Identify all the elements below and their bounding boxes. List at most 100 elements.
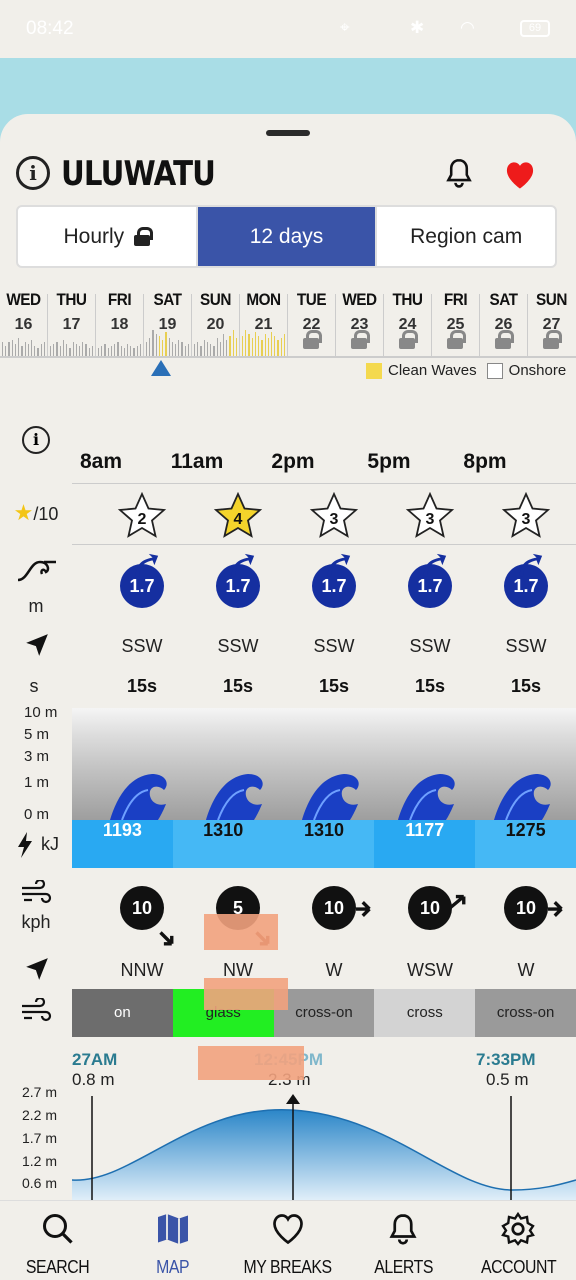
- day-separator: [95, 294, 96, 358]
- star-icon: 4: [213, 491, 263, 538]
- forecast-bar: [59, 346, 61, 356]
- forecast-bar: [69, 348, 71, 356]
- forecast-bar: [117, 342, 119, 356]
- day-separator: [335, 294, 336, 358]
- forecast-bar: [270, 332, 273, 356]
- time-column-label: 5pm: [367, 450, 411, 473]
- wind-speed-badge: 10: [312, 886, 356, 930]
- day-thu-24[interactable]: THU 24: [384, 290, 431, 356]
- day-forecast-bars: [2, 330, 46, 356]
- lock-icon: [447, 330, 466, 350]
- forecast-bar: [181, 342, 183, 356]
- day-name: WED: [342, 290, 377, 309]
- forecast-bar: [168, 338, 170, 356]
- day-sun-20[interactable]: SUN 20: [192, 290, 239, 356]
- nav-search[interactable]: SEARCH: [0, 1201, 115, 1280]
- search-icon: [42, 1214, 73, 1244]
- legend-onshore-label: Onshore: [508, 362, 567, 379]
- day-legend: Clean Waves Onshore: [366, 362, 566, 379]
- forecast-bar: [98, 348, 100, 356]
- rating-star: 2: [94, 491, 190, 538]
- redaction-block: [204, 914, 278, 950]
- day-tue-22[interactable]: TUE 22: [288, 290, 335, 356]
- height-scale-label: 1 m: [24, 774, 50, 791]
- tab-hourly[interactable]: Hourly: [18, 207, 198, 266]
- swell-direction: SSW: [217, 636, 259, 656]
- day-forecast-bars: [98, 330, 142, 356]
- forecast-bar: [43, 342, 46, 356]
- forecast-bar: [21, 346, 23, 356]
- lock-icon: [134, 227, 154, 246]
- forecast-bar: [213, 346, 215, 356]
- day-forecast-bars: [194, 330, 238, 356]
- wind-direction: W: [325, 960, 343, 980]
- day-sun-27[interactable]: SUN 27: [528, 290, 575, 356]
- wind-direction-icon: [26, 958, 48, 980]
- day-fri-18[interactable]: FRI 18: [96, 290, 143, 356]
- energy-cell: 1310: [273, 820, 375, 868]
- rating-value: 3: [522, 511, 531, 528]
- day-mon-21[interactable]: MON 21: [240, 290, 287, 356]
- day-strip: WED 16 THU 17 FRI 18 SAT 19 SUN 20 MON 21 TUE …: [0, 290, 576, 360]
- day-fri-25[interactable]: FRI 25: [432, 290, 479, 356]
- wind-direction: NNW: [120, 960, 164, 980]
- rating-value: 3: [426, 511, 435, 528]
- tab-12-days[interactable]: 12 days: [197, 207, 378, 266]
- forecast-bar: [162, 340, 164, 356]
- day-wed-16[interactable]: WED 16: [0, 290, 47, 356]
- forecast-bar: [82, 342, 84, 356]
- forecast-bar: [251, 338, 253, 356]
- tab-region-cam[interactable]: Region cam: [377, 207, 555, 266]
- energy-cell: 1177: [374, 820, 476, 868]
- selected-day-pointer: [151, 360, 171, 376]
- day-name: THU: [56, 290, 87, 309]
- swell-direction: SSW: [505, 636, 547, 656]
- time-column-label: 8pm: [463, 450, 507, 473]
- tab-12-days-label: 12 days: [249, 224, 324, 248]
- wind-direction: WSW: [407, 960, 453, 980]
- swell-period: 15s: [222, 676, 254, 696]
- forecast-bar: [101, 346, 103, 356]
- day-wed-23[interactable]: WED 23: [336, 290, 383, 356]
- star-icon: ★: [13, 500, 34, 525]
- time-column-label: 2pm: [271, 450, 315, 473]
- favorite-heart-icon[interactable]: [502, 158, 538, 190]
- day-forecast-bars: [50, 330, 94, 356]
- nav-account-label: ACCOUNT: [480, 1257, 557, 1277]
- battery-icon: 69: [520, 20, 550, 37]
- nav-map[interactable]: MAP: [115, 1201, 230, 1280]
- day-separator: [287, 294, 288, 358]
- tide-area: [72, 1109, 576, 1204]
- wind-arrow-icon: [449, 894, 466, 910]
- wave-icon: [398, 774, 455, 820]
- drag-handle[interactable]: [266, 130, 310, 136]
- forecast-bar: [187, 344, 190, 356]
- grid-info-icon[interactable]: i: [22, 426, 50, 454]
- wind-condition-cell: cross: [374, 989, 476, 1037]
- day-sat-19[interactable]: SAT 19: [144, 290, 191, 356]
- forecast-bar: [88, 348, 90, 356]
- wind-condition-cell: on: [72, 989, 173, 1037]
- energy-row: 1193 1310 1310 1177 1275: [72, 820, 576, 868]
- height-scale-label: 0 m: [24, 806, 50, 823]
- nav-account[interactable]: ACCOUNT: [461, 1201, 576, 1280]
- info-icon[interactable]: i: [16, 156, 50, 190]
- forecast-bar: [34, 346, 36, 356]
- wind-icon: [22, 880, 52, 904]
- forecast-bar: [206, 342, 209, 356]
- day-separator: [431, 294, 432, 358]
- tide-time: 27AM: [72, 1050, 118, 1069]
- nav-alerts[interactable]: ALERTS: [346, 1201, 461, 1280]
- forecast-bar: [200, 346, 202, 356]
- nav-my-breaks[interactable]: MY BREAKS: [230, 1201, 345, 1280]
- forecast-bar: [120, 346, 122, 356]
- bell-icon[interactable]: [442, 156, 476, 190]
- forecast-bar: [107, 348, 109, 356]
- redaction-block: [198, 1046, 304, 1080]
- day-forecast-bars: [146, 330, 190, 356]
- day-thu-17[interactable]: THU 17: [48, 290, 95, 356]
- forecast-bar: [149, 338, 151, 356]
- day-sat-26[interactable]: SAT 26: [480, 290, 527, 356]
- lock-icon: [351, 330, 370, 350]
- forecast-bar: [62, 340, 65, 356]
